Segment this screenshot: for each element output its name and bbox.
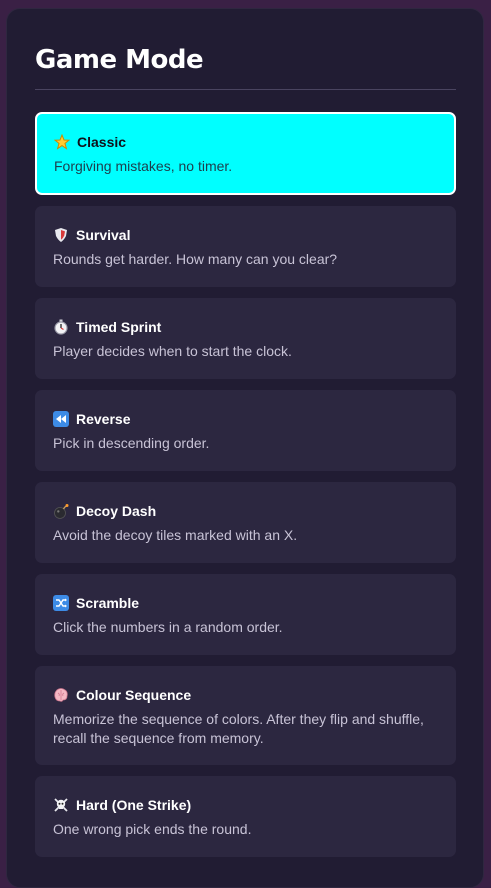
mode-card-timed-sprint[interactable]: Timed Sprint Player decides when to star… xyxy=(35,298,456,379)
mode-name: Survival xyxy=(76,227,131,243)
skull-crossbones-icon xyxy=(53,797,69,813)
mode-card-decoy-dash[interactable]: Decoy Dash Avoid the decoy tiles marked … xyxy=(35,482,456,563)
mode-card-hard-one-strike[interactable]: Hard (One Strike) One wrong pick ends th… xyxy=(35,776,456,857)
mode-name: Scramble xyxy=(76,595,140,611)
mode-description: Rounds get harder. How many can you clea… xyxy=(53,251,338,267)
stopwatch-icon xyxy=(53,319,69,335)
mode-name: Classic xyxy=(77,134,127,150)
mode-name: Timed Sprint xyxy=(76,319,162,335)
mode-card-classic[interactable]: Classic Forgiving mistakes, no timer. xyxy=(35,112,456,195)
bomb-icon xyxy=(53,503,69,519)
mode-card-colour-sequence[interactable]: Colour Sequence Memorize the sequence of… xyxy=(35,666,456,765)
mode-name: Reverse xyxy=(76,411,131,427)
mode-name: Colour Sequence xyxy=(76,687,192,703)
mode-description: Memorize the sequence of colors. After t… xyxy=(53,711,424,746)
shield-icon xyxy=(53,227,69,243)
mode-description: Forgiving mistakes, no timer. xyxy=(54,158,233,174)
rewind-icon xyxy=(53,411,69,427)
star-icon xyxy=(54,134,70,150)
mode-description: Avoid the decoy tiles marked with an X. xyxy=(53,527,298,543)
game-mode-panel: Game Mode Classic Forgiving mistakes, no… xyxy=(6,8,484,888)
mode-description: Click the numbers in a random order. xyxy=(53,619,283,635)
mode-name: Decoy Dash xyxy=(76,503,157,519)
title-divider xyxy=(35,89,456,90)
shuffle-icon xyxy=(53,595,69,611)
brain-icon xyxy=(53,687,69,703)
mode-card-reverse[interactable]: Reverse Pick in descending order. xyxy=(35,390,456,471)
mode-name: Hard (One Strike) xyxy=(76,797,192,813)
mode-list: Classic Forgiving mistakes, no timer. Su… xyxy=(35,112,456,868)
mode-description: Player decides when to start the clock. xyxy=(53,343,292,359)
mode-card-scramble[interactable]: Scramble Click the numbers in a random o… xyxy=(35,574,456,655)
mode-description: Pick in descending order. xyxy=(53,435,210,451)
mode-description: One wrong pick ends the round. xyxy=(53,821,252,837)
panel-title: Game Mode xyxy=(35,45,204,75)
mode-card-survival[interactable]: Survival Rounds get harder. How many can… xyxy=(35,206,456,287)
